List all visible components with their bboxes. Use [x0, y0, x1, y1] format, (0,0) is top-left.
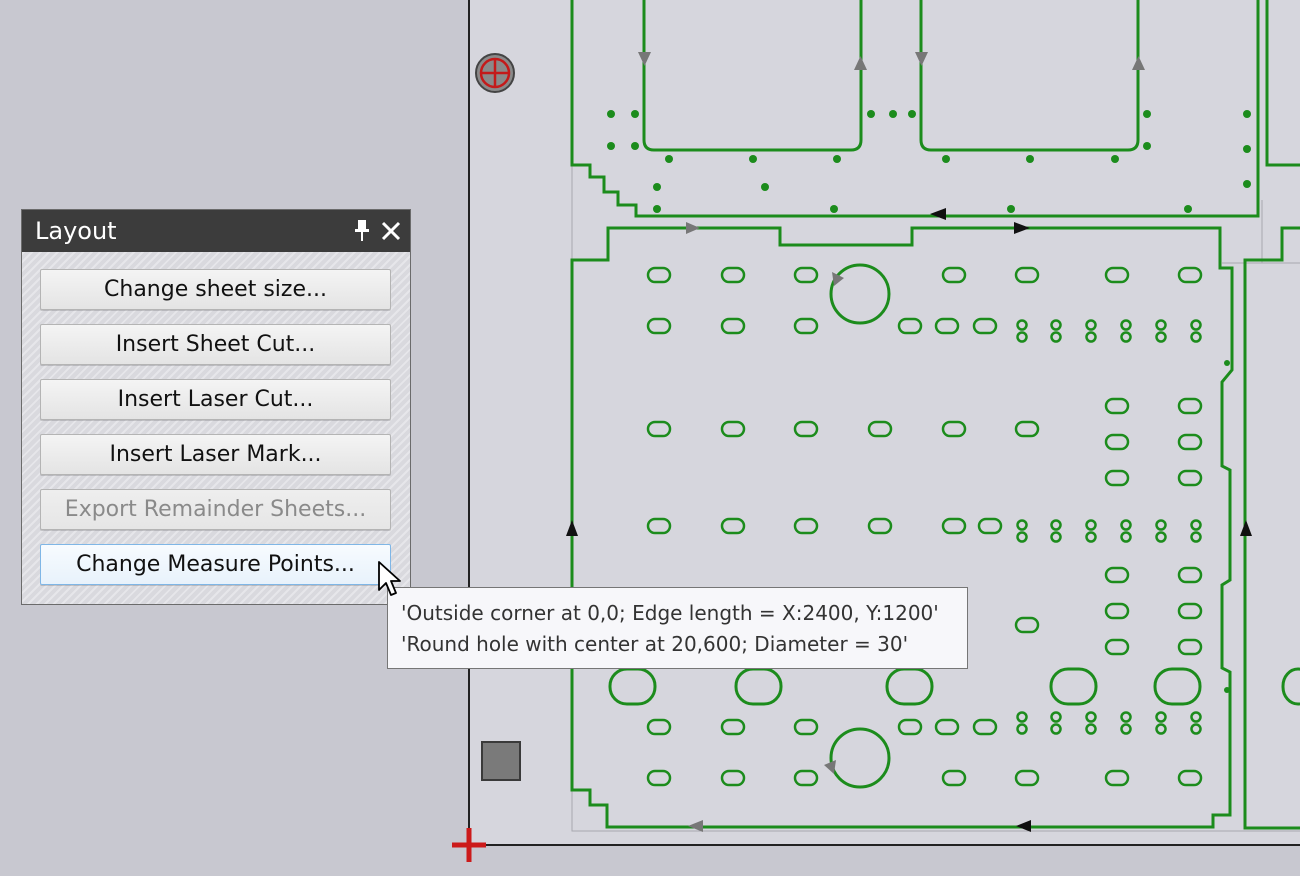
- panel-header: Layout: [22, 210, 410, 252]
- export-remainder-sheets-button[interactable]: Export Remainder Sheets...: [40, 489, 391, 530]
- close-icon[interactable]: [378, 218, 404, 244]
- tooltip-line-1: 'Outside corner at 0,0; Edge length = X:…: [401, 601, 939, 625]
- square-marker-icon[interactable]: [481, 741, 521, 781]
- tooltip: 'Outside corner at 0,0; Edge length = X:…: [387, 587, 968, 669]
- insert-laser-mark-button[interactable]: Insert Laser Mark...: [40, 434, 391, 475]
- pin-icon[interactable]: [349, 218, 375, 244]
- change-sheet-size-button[interactable]: Change sheet size...: [40, 269, 391, 310]
- tooltip-line-2: 'Round hole with center at 20,600; Diame…: [401, 632, 909, 656]
- panel-title: Layout: [35, 217, 117, 245]
- mouse-pointer-icon: [378, 561, 401, 596]
- layout-panel: Layout Change sheet size... Insert Sheet…: [21, 209, 411, 605]
- insert-sheet-cut-button[interactable]: Insert Sheet Cut...: [40, 324, 391, 365]
- change-measure-points-button[interactable]: Change Measure Points...: [40, 544, 391, 585]
- insert-laser-cut-button[interactable]: Insert Laser Cut...: [40, 379, 391, 420]
- crosshair-icon[interactable]: [475, 53, 515, 93]
